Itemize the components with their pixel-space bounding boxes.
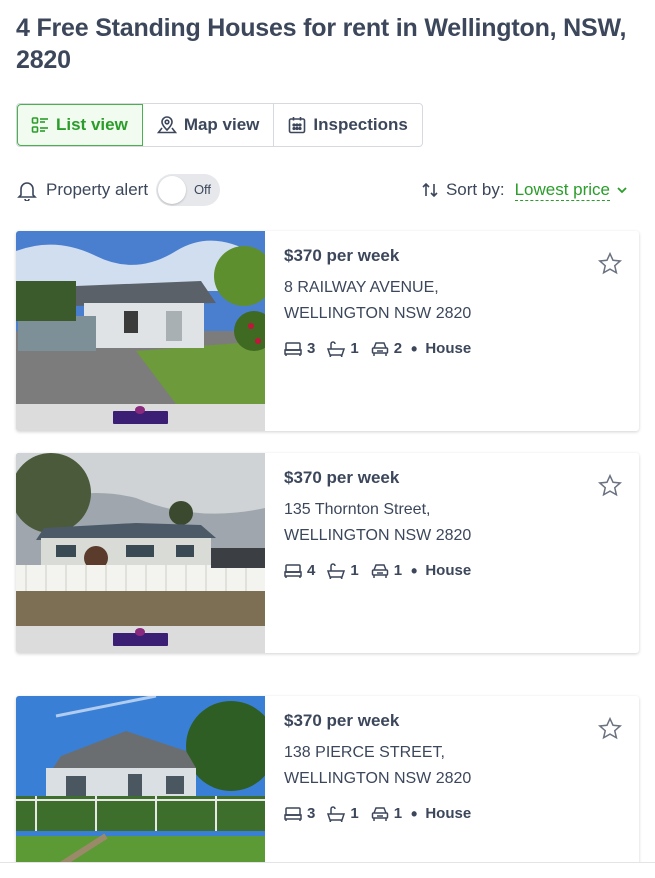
bath-icon: [327, 805, 346, 822]
tab-map-view[interactable]: Map view: [143, 104, 275, 146]
tab-list-view[interactable]: List view: [17, 104, 143, 146]
agency-logo: [113, 628, 168, 646]
map-pin-icon: [156, 116, 177, 134]
listing-price: $370 per week: [284, 246, 400, 265]
parking-count: 1: [393, 805, 403, 822]
parking: 2: [371, 340, 402, 357]
property-type: House: [425, 340, 472, 357]
star-icon[interactable]: [597, 473, 623, 499]
parking-count: 2: [393, 340, 403, 357]
bed-icon: [284, 806, 302, 821]
agency-banner: [16, 404, 265, 431]
parking: 1: [371, 562, 402, 579]
bedrooms: 3: [284, 340, 315, 357]
property-alert-toggle[interactable]: Off: [156, 174, 221, 206]
bedrooms: 4: [284, 562, 315, 579]
sort-arrows-icon: [422, 182, 438, 198]
chevron-down-icon: [617, 187, 627, 194]
bedrooms-count: 3: [307, 340, 316, 357]
listing-address-line1[interactable]: 8 RAILWAY AVENUE,: [284, 279, 439, 297]
car-icon: [371, 563, 388, 578]
listing-info: $370 per week 8 RAILWAY AVENUE, WELLINGT…: [284, 231, 639, 431]
listing-features: 3 1 2 • House: [284, 338, 472, 359]
listing-price: $370 per week: [284, 468, 400, 487]
bedrooms: 3: [284, 805, 315, 822]
sort-value[interactable]: Lowest price: [514, 180, 610, 201]
tab-label: Map view: [183, 115, 260, 134]
page-title: 4 Free Standing Houses for rent in Welli…: [16, 14, 627, 74]
agency-logo: [113, 406, 168, 424]
property-alert-label: Property alert: [46, 180, 149, 199]
bottom-bar: [0, 862, 655, 878]
star-icon[interactable]: [597, 716, 623, 742]
bedrooms-count: 4: [307, 562, 316, 579]
bed-icon: [284, 563, 302, 578]
listing-info: $370 per week 135 Thornton Street, WELLI…: [284, 453, 639, 653]
toggle-knob: [158, 176, 187, 204]
sort-label: Sort by:: [445, 180, 505, 199]
calendar-icon: [289, 117, 306, 134]
bathrooms-count: 1: [350, 562, 359, 579]
car-icon: [371, 341, 388, 356]
bed-icon: [284, 341, 302, 356]
parking-count: 1: [393, 562, 403, 579]
separator-dot: •: [411, 803, 418, 824]
listing-features: 3 1 1 • House: [284, 803, 472, 824]
agency-banner: [16, 626, 265, 653]
tab-label: List view: [56, 115, 128, 134]
bathrooms: 1: [327, 562, 359, 579]
tab-label: Inspections: [313, 115, 408, 134]
listing-address-line1[interactable]: 135 Thornton Street,: [284, 501, 430, 519]
listing-features: 4 1 1 • House: [284, 560, 472, 581]
toggle-state-label: Off: [193, 182, 212, 197]
bedrooms-count: 3: [307, 805, 316, 822]
list-view-icon: [31, 117, 48, 133]
tab-inspections[interactable]: Inspections: [274, 104, 421, 146]
bath-icon: [327, 340, 346, 357]
listing-card[interactable]: $370 per week 138 PIERCE STREET, WELLING…: [16, 696, 639, 868]
bathrooms-count: 1: [350, 340, 359, 357]
listing-address-line2[interactable]: WELLINGTON NSW 2820: [284, 770, 471, 788]
listing-photo[interactable]: [16, 231, 265, 431]
view-switcher: List view Map view Inspections: [16, 103, 423, 147]
bathrooms-count: 1: [350, 805, 359, 822]
listing-address-line1[interactable]: 138 PIERCE STREET,: [284, 744, 445, 762]
listing-photo[interactable]: [16, 696, 265, 868]
separator-dot: •: [411, 560, 418, 581]
listing-photo[interactable]: [16, 453, 265, 653]
bathrooms: 1: [327, 805, 359, 822]
listing-info: $370 per week 138 PIERCE STREET, WELLING…: [284, 696, 639, 868]
sort-control[interactable]: Sort by: Lowest price: [421, 172, 636, 208]
property-type: House: [425, 805, 472, 822]
listing-card[interactable]: $370 per week 8 RAILWAY AVENUE, WELLINGT…: [16, 231, 639, 431]
property-type: House: [425, 562, 472, 579]
bathrooms: 1: [327, 340, 359, 357]
listing-card[interactable]: $370 per week 135 Thornton Street, WELLI…: [16, 453, 639, 653]
results-toolbar: Property alert Off Sort by: Lowest price: [16, 172, 636, 208]
bell-icon: [17, 182, 37, 201]
bath-icon: [327, 562, 346, 579]
parking: 1: [371, 805, 402, 822]
listing-address-line2[interactable]: WELLINGTON NSW 2820: [284, 305, 471, 323]
listing-price: $370 per week: [284, 711, 400, 730]
separator-dot: •: [411, 338, 418, 359]
listing-address-line2[interactable]: WELLINGTON NSW 2820: [284, 527, 471, 545]
star-icon[interactable]: [597, 251, 623, 277]
car-icon: [371, 806, 388, 821]
property-alert: Property alert Off: [16, 172, 221, 208]
